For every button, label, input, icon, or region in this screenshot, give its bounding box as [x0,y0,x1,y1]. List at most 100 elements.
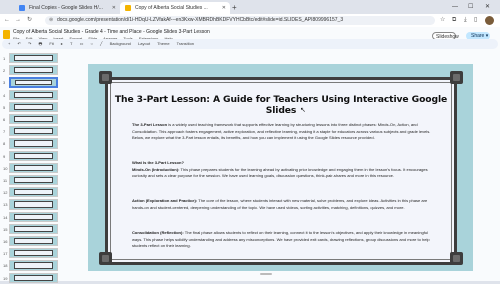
slide-thumbnail-row[interactable]: 7 [0,126,62,137]
slide-thumbnail-row[interactable]: 19 [0,272,62,284]
site-info-icon[interactable]: ⊜ [49,16,53,25]
intro-lead: The 3-Part Lesson [132,122,168,127]
paragraph-intro[interactable]: The 3-Part Lesson is a widely used teach… [132,122,434,142]
bookmark-star-icon[interactable]: ☆ [440,16,445,25]
sidepanel-icon[interactable]: ▯ [474,16,477,25]
slide-thumbnail-row[interactable]: 14 [0,211,62,223]
slide-thumbnail-row[interactable]: 3 [0,77,62,88]
thumbnail-card [14,128,53,135]
thumbnail-card [15,80,52,85]
close-window-icon[interactable]: ✕ [485,2,490,12]
forward-icon[interactable]: → [15,16,21,25]
maximize-icon[interactable]: ☐ [468,2,473,12]
slide-thumbnail[interactable] [9,248,58,259]
slide-thumbnail[interactable] [9,77,58,88]
slide-thumbnail[interactable] [9,199,58,210]
slide-thumbnail-row[interactable]: 1 [0,53,62,64]
slide-thumbnail-row[interactable]: 12 [0,187,62,198]
avatar[interactable] [485,16,494,25]
thumbnail-card [14,225,53,232]
slide-thumbnail[interactable] [9,187,58,198]
thumbnail-card [14,103,53,110]
slides-logo-icon[interactable] [3,30,10,39]
new-tab-icon[interactable]: + [232,2,237,14]
slide-thumbnail[interactable] [9,175,58,186]
extensions-icon[interactable]: ⧉ [452,16,456,25]
slide-thumbnail[interactable] [9,53,58,64]
paragraph-minds-on[interactable]: What Is the 3-Part Lesson? Minds-On (Int… [132,160,434,180]
slide-canvas[interactable]: The 3-Part Lesson: A Guide for Teachers … [88,64,473,271]
downloads-icon[interactable]: ⤓ [464,16,467,25]
slide-thumbnail-row[interactable]: 17 [0,248,62,259]
slide-number: 3 [3,80,6,86]
select-tool-icon[interactable]: ▸ [61,41,63,46]
thumbnail-card [14,140,53,147]
slide-thumbnail-row[interactable]: 4 [0,89,62,101]
slide-thumbnail[interactable] [9,272,58,283]
slide-title[interactable]: The 3-Part Lesson: A Guide for Teachers … [108,94,454,116]
workspace: 1 2 3 4 5 6 7 8 9 10 11 12 13 14 15 16 17 18 19 The 3-Part… [0,51,500,284]
tab-label: Final Copies - Google Slides H/... [29,5,103,11]
paragraph-action[interactable]: Action (Exploration and Practice): The c… [132,198,434,211]
slide-thumbnail[interactable] [9,223,58,234]
slide-filmstrip[interactable]: 1 2 3 4 5 6 7 8 9 10 11 12 13 14 15 16 17 18 19 [0,51,62,284]
redo-icon[interactable]: ↷ [28,41,31,46]
thumbnail-card [14,67,53,74]
shape-icon[interactable]: ○ [90,41,92,46]
line-icon[interactable]: ╱ [100,41,102,46]
document-title[interactable]: Copy of Alberta Social Studies - Grade 4… [13,29,210,35]
scrollbar[interactable] [260,273,272,275]
slide-thumbnail[interactable] [9,138,58,149]
slide-thumbnail-row[interactable]: 5 [0,101,62,113]
close-tab-icon[interactable]: ✕ [222,2,226,14]
slide-thumbnail[interactable] [9,162,58,173]
slide-thumbnail[interactable] [9,211,58,222]
transition-button[interactable]: Transition [177,41,194,46]
new-slide-icon[interactable]: + [8,41,10,46]
slide-thumbnail-row[interactable]: 11 [0,175,62,186]
slide-thumbnail-row[interactable]: 9 [0,150,62,162]
slide-thumbnail-row[interactable]: 15 [0,223,62,235]
slide-number: 2 [3,68,6,74]
slide-thumbnail-row[interactable]: 18 [0,260,62,271]
slide-number: 18 [3,263,8,269]
slide-number: 10 [3,165,8,171]
back-icon[interactable]: ← [4,16,10,25]
background-button[interactable]: Background [110,41,131,46]
slide-thumbnail[interactable] [9,89,58,100]
image-icon[interactable]: ▭ [80,41,84,46]
zoom-select[interactable]: Fit [49,41,53,46]
slide-thumbnail-row[interactable]: 6 [0,114,62,125]
slide-thumbnail[interactable] [9,126,58,137]
paragraph-consolidation[interactable]: Consolidation (Reflection): The final ph… [132,230,434,250]
slide-thumbnail-row[interactable]: 13 [0,199,62,210]
slide-thumbnail[interactable] [9,260,58,271]
slide-thumbnail[interactable] [9,236,58,247]
slide-thumbnail-row[interactable]: 2 [0,65,62,76]
slide-thumbnail[interactable] [9,114,58,125]
slide-thumbnail[interactable] [9,65,58,76]
close-tab-icon[interactable]: ✕ [112,2,116,14]
tab-copy-of-alberta[interactable]: Copy of Alberta Social Studies ... ✕ [120,2,230,14]
reload-icon[interactable]: ↻ [27,16,32,25]
layout-button[interactable]: Layout [138,41,150,46]
slide-number: 11 [3,178,8,183]
slide-thumbnail-row[interactable]: 8 [0,138,62,149]
minimize-icon[interactable]: — [452,2,458,12]
text-box-icon[interactable]: T [70,41,72,46]
slide-thumbnail[interactable] [9,150,58,161]
slide-thumbnail[interactable] [9,101,58,112]
tab-final-copies[interactable]: Final Copies - Google Slides H/... ✕ [14,2,120,14]
slide-number: 4 [3,92,6,98]
slide-thumbnail-row[interactable]: 16 [0,236,62,247]
undo-icon[interactable]: ↶ [17,41,20,46]
url-input[interactable]: ⊜ docs.google.com/presentation/d/1i-HDqU… [45,16,435,25]
theme-button[interactable]: Theme [157,41,169,46]
slide-thumbnail-row[interactable]: 10 [0,162,62,174]
slide-number: 17 [3,251,8,257]
thumbnail-card [14,164,53,171]
frame-corner-ornament [99,252,112,265]
thumbnail-card [14,116,53,123]
thumbnail-card [14,274,53,281]
print-icon[interactable]: 🖶 [38,41,42,46]
